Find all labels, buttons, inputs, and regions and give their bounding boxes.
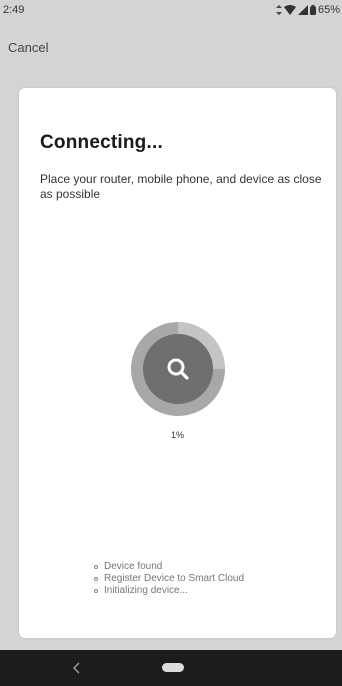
status-bar: 2:49 65% bbox=[0, 0, 342, 20]
home-button[interactable] bbox=[162, 663, 184, 672]
progress-spinner bbox=[131, 322, 225, 416]
spinner-center bbox=[143, 334, 213, 404]
step-item: Device found bbox=[94, 561, 324, 573]
connection-steps-list: Device found Register Device to Smart Cl… bbox=[94, 561, 324, 597]
status-icons: 65% bbox=[275, 4, 340, 16]
back-icon[interactable] bbox=[70, 660, 84, 676]
status-time: 2:49 bbox=[3, 4, 25, 16]
battery-icon bbox=[309, 5, 316, 15]
step-item: Initializing device... bbox=[94, 585, 324, 597]
wifi-icon bbox=[283, 5, 296, 15]
progress-percent: 1% bbox=[170, 430, 184, 440]
instruction-text: Place your router, mobile phone, and dev… bbox=[40, 172, 322, 201]
battery-percent: 65% bbox=[317, 4, 340, 16]
cancel-button[interactable]: Cancel bbox=[8, 40, 48, 55]
step-label: Device found bbox=[104, 561, 163, 572]
page-title: Connecting... bbox=[40, 132, 163, 153]
step-item: Register Device to Smart Cloud bbox=[94, 573, 324, 585]
step-bullet-icon bbox=[94, 565, 98, 569]
step-label: Register Device to Smart Cloud bbox=[104, 573, 245, 584]
cellular-signal-icon bbox=[297, 5, 308, 15]
connecting-card: Connecting... Place your router, mobile … bbox=[19, 88, 336, 638]
system-nav-bar bbox=[0, 650, 342, 686]
data-arrows-icon bbox=[275, 5, 282, 15]
step-label: Initializing device... bbox=[104, 585, 188, 596]
step-bullet-icon bbox=[94, 577, 98, 581]
step-bullet-icon bbox=[94, 589, 98, 593]
